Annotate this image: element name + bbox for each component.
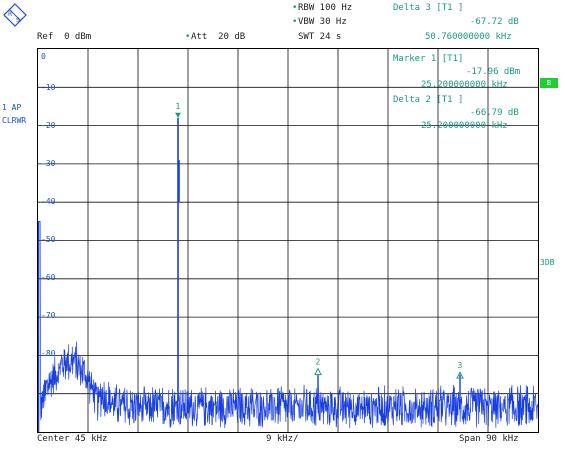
attenuation-label: Att 20 dB [191, 32, 246, 42]
marker1-value: -17.96 dBm [466, 67, 521, 77]
delta3-frequency: 50.760000000 kHz [425, 32, 512, 42]
marker-3-label: 3 [458, 361, 463, 370]
marker-1-icon[interactable] [175, 112, 181, 118]
y-tick-label: -20 [41, 121, 56, 130]
marker1-frequency: 25.200000000 kHz [421, 80, 508, 90]
svg-text:S: S [16, 17, 20, 24]
y-tick-label: -30 [41, 159, 56, 168]
marker1-title: Marker 1 [T1] [393, 54, 464, 64]
y-tick-label: -50 [41, 235, 56, 244]
spectrum-trace-layer: 1 2 3 [38, 102, 538, 432]
delta2-value: -66.79 dB [470, 108, 519, 118]
trace-detector-label: CLRWR [2, 116, 27, 125]
rohde-schwarz-logo-icon: R S [3, 3, 27, 27]
y-tick-label: 0 [41, 390, 46, 399]
y-tick-label: -40 [41, 197, 56, 206]
y-tick-label: -70 [41, 311, 56, 320]
delta3-title: Delta 3 [T1 ] [393, 3, 464, 13]
ref-level-label: Ref 0 dBm [37, 32, 92, 42]
spectrum-plot-area: 1 2 3 [37, 48, 539, 433]
svg-text:R: R [8, 11, 12, 18]
y-tick-label: -60 [41, 273, 56, 282]
marker-2-icon[interactable] [314, 367, 322, 376]
marker-2-label: 2 [316, 358, 321, 367]
rbw-bullet-icon: • [292, 3, 298, 13]
att-bullet-icon: • [185, 32, 191, 42]
trace-mode-label: 1 AP [2, 103, 22, 112]
vbw-label: VBW 30 Hz [298, 17, 347, 27]
vbw-bullet-icon: • [292, 17, 298, 27]
span-label: Span 90 kHz [459, 434, 519, 444]
sweep-time-label: SWT 24 s [298, 32, 342, 42]
spectrum-trace-line [38, 221, 538, 429]
y-tick-label: -10 [41, 83, 56, 92]
delta2-title: Delta 2 [T1 ] [393, 95, 464, 105]
y-tick-label: 0 [41, 52, 46, 61]
rbw-label: RBW 100 Hz [298, 3, 353, 13]
center-frequency-label: Center 45 kHz [37, 434, 108, 444]
frequency-division-label: 9 kHz/ [266, 434, 299, 444]
status-badge: B [540, 78, 558, 88]
y-tick-label: -80 [41, 349, 56, 358]
marker-1-label: 1 [176, 102, 181, 111]
3db-indicator: 3DB [540, 258, 555, 267]
delta2-frequency: 25.200000000 kHz [421, 121, 508, 131]
delta3-value: -67.72 dB [470, 17, 519, 27]
